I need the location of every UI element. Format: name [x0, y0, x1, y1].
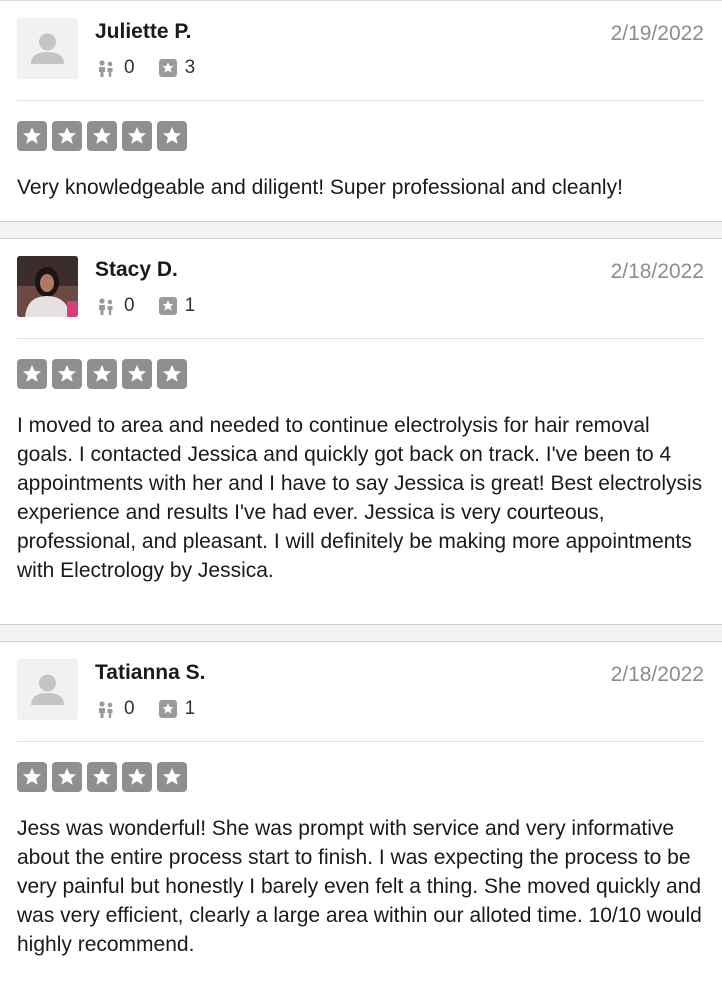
- star-rating: [0, 339, 722, 389]
- review-date: 2/18/2022: [610, 663, 704, 686]
- avatar[interactable]: [17, 256, 78, 317]
- star-icon: [87, 121, 117, 151]
- default-user-icon: [31, 33, 64, 64]
- review-date: 2/19/2022: [610, 22, 704, 45]
- reviews-stat: 1: [158, 698, 196, 720]
- review-text: Very knowledgeable and diligent! Super p…: [17, 176, 623, 199]
- friends-icon: [99, 60, 113, 77]
- star-icon: [87, 359, 117, 389]
- star-icon: [52, 359, 82, 389]
- review-card: Tatianna S. 2/18/2022 0 1 Jess was wonde…: [0, 642, 722, 959]
- friends-icon: [99, 298, 113, 315]
- avatar[interactable]: [17, 18, 78, 79]
- reviews-stat: 1: [158, 295, 196, 317]
- star-icon: [157, 121, 187, 151]
- star-icon: [52, 121, 82, 151]
- review-star-icon: [158, 297, 177, 315]
- review-star-icon: [158, 59, 177, 77]
- review-separator: [0, 221, 722, 239]
- star-icon: [17, 121, 47, 151]
- review-card: Juliette P. 2/19/2022 0 3 Very knowledge…: [0, 1, 722, 221]
- friends-stat: 0: [96, 698, 135, 720]
- review-header: Juliette P. 2/19/2022 0 3: [0, 1, 722, 100]
- friends-count: 0: [124, 57, 135, 78]
- review-star-icon: [158, 700, 177, 718]
- review-date: 2/18/2022: [610, 260, 704, 283]
- friends-stat: 0: [96, 295, 135, 317]
- star-icon: [122, 762, 152, 792]
- reviewer-stats: 0 3: [96, 57, 219, 79]
- reviewer-stats: 0 1: [96, 698, 219, 720]
- reviewer-stats: 0 1: [96, 295, 219, 317]
- reviewer-name[interactable]: Stacy D.: [95, 258, 178, 282]
- review-separator: [0, 624, 722, 642]
- friends-icon: [99, 701, 113, 718]
- review-text: I moved to area and needed to continue e…: [17, 414, 703, 582]
- star-icon: [87, 762, 117, 792]
- review-text: Jess was wonderful! She was prompt with …: [17, 817, 702, 956]
- user-photo: [17, 256, 78, 317]
- review-header: Tatianna S. 2/18/2022 0 1: [0, 642, 722, 741]
- star-icon: [122, 359, 152, 389]
- review-header: Stacy D. 2/18/2022 0 1: [0, 239, 722, 338]
- star-rating: [0, 101, 722, 151]
- friends-stat: 0: [96, 57, 135, 79]
- reviews-count: 1: [184, 698, 196, 719]
- friends-count: 0: [124, 698, 135, 719]
- star-rating: [0, 742, 722, 792]
- star-icon: [157, 359, 187, 389]
- reviews-count: 3: [184, 57, 196, 78]
- review-card: Stacy D. 2/18/2022 0 1 I moved to area a…: [0, 239, 722, 624]
- star-icon: [17, 762, 47, 792]
- friends-count: 0: [124, 295, 135, 316]
- reviewer-name[interactable]: Juliette P.: [95, 20, 192, 44]
- star-icon: [157, 762, 187, 792]
- reviews-stat: 3: [158, 57, 196, 79]
- reviews-count: 1: [184, 295, 196, 316]
- default-user-icon: [31, 674, 64, 705]
- star-icon: [17, 359, 47, 389]
- star-icon: [52, 762, 82, 792]
- reviewer-name[interactable]: Tatianna S.: [95, 661, 205, 685]
- star-icon: [122, 121, 152, 151]
- avatar[interactable]: [17, 659, 78, 720]
